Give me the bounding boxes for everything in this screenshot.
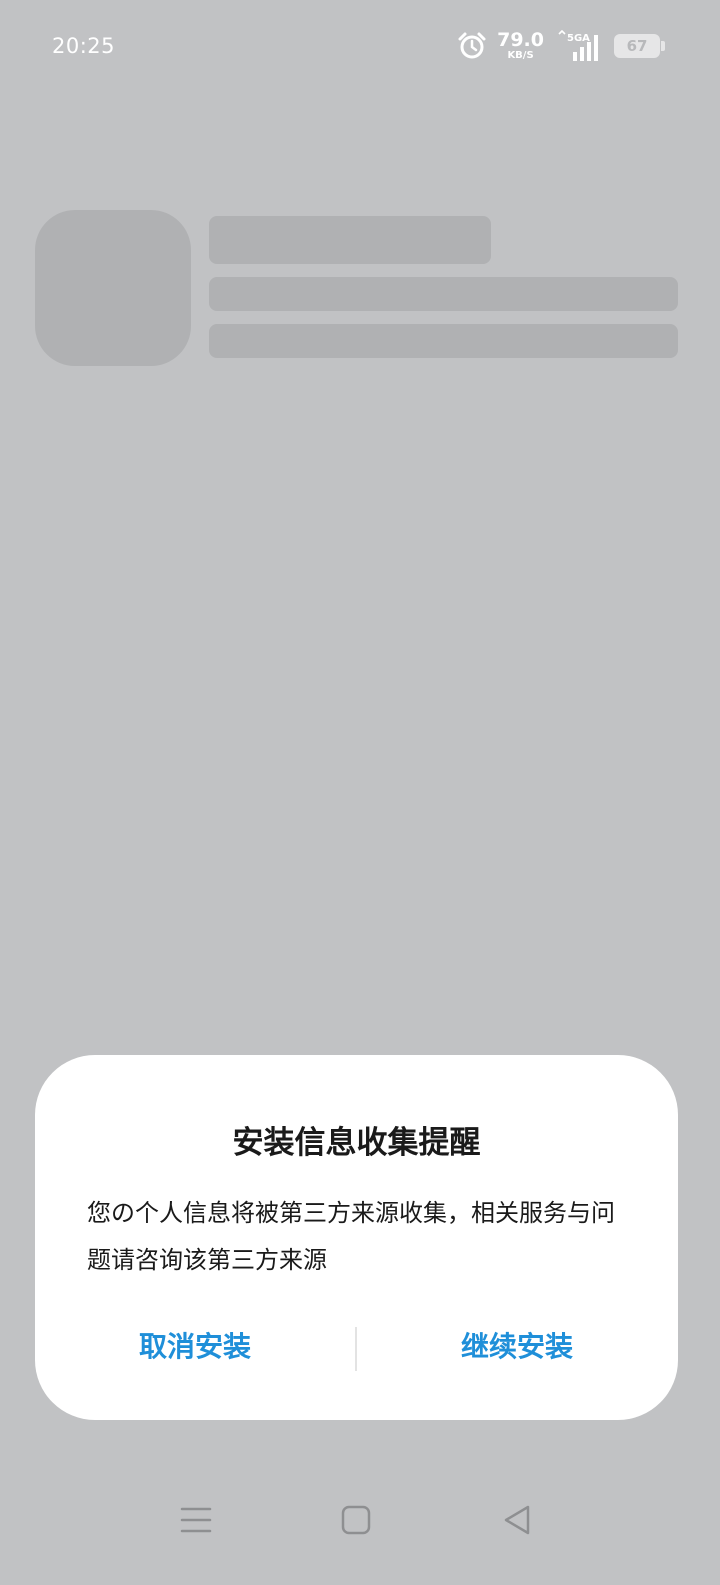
- cancel-install-button[interactable]: 取消安装: [35, 1325, 355, 1369]
- back-icon[interactable]: [498, 1500, 538, 1540]
- app-detail-placeholder: [209, 277, 678, 311]
- status-bar: 20:25 79.0 KB/S 5GA 67: [0, 0, 720, 96]
- battery-icon: 67: [614, 34, 665, 58]
- dialog-button-row: 取消安装 继续安装: [35, 1325, 678, 1371]
- dialog-message: 您の个人信息将被第三方来源收集，相关服务与问题请咨询该第三方来源: [87, 1199, 615, 1274]
- status-time: 20:25: [52, 34, 116, 58]
- battery-level: 67: [626, 37, 648, 55]
- install-info-dialog: 安装信息收集提醒 您の个人信息将被第三方来源收集，相关服务与问题请咨询该第三方来…: [35, 1055, 678, 1420]
- network-speed: 79.0 KB/S: [497, 31, 544, 61]
- network-speed-value: 79.0: [497, 29, 544, 51]
- network-type: 5GA: [567, 33, 590, 44]
- navigation-bar: [0, 1490, 720, 1550]
- alarm-icon: [458, 32, 486, 59]
- signal-icon: 5GA: [558, 30, 598, 61]
- network-speed-unit: KB/S: [507, 50, 534, 61]
- continue-install-button[interactable]: 继续安装: [357, 1325, 677, 1369]
- app-icon-placeholder: [35, 210, 191, 366]
- app-detail-placeholder: [209, 324, 678, 358]
- home-icon[interactable]: [336, 1500, 376, 1540]
- status-indicators: 79.0 KB/S 5GA 67: [457, 28, 665, 64]
- app-title-placeholder: [209, 216, 491, 264]
- dialog-title: 安装信息收集提醒: [232, 1125, 481, 1161]
- menu-icon[interactable]: [176, 1500, 216, 1540]
